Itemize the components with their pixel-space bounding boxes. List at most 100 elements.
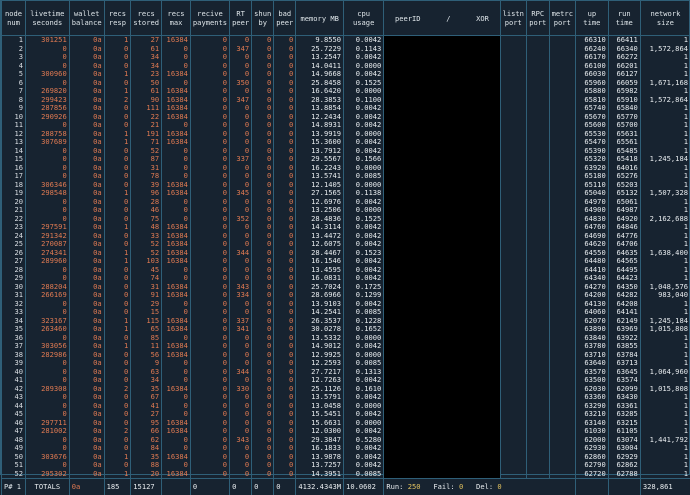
- table-row[interactable]: 400a0340000014.04110.000066100662011: [2, 62, 690, 71]
- col-stored-header[interactable]: recs stored: [131, 1, 162, 36]
- table-row[interactable]: 472810020a26616384000012.03000.004261030…: [2, 427, 690, 436]
- table-row[interactable]: 252700870a05216384000012.60750.004264620…: [2, 240, 690, 249]
- cell-max: 16384: [162, 385, 191, 394]
- cell-rpc: [526, 274, 549, 283]
- table-row[interactable]: 133076890a17116384000015.36000.004265470…: [2, 138, 690, 147]
- table-row[interactable]: 300a0340000013.25470.004266170662721: [2, 53, 690, 62]
- table-row[interactable]: 262743410a1521638403440028.44670.1523645…: [2, 249, 690, 258]
- table-row[interactable]: 2800a0450000013.45950.004264410644951: [2, 266, 690, 275]
- col-listn-header[interactable]: listn port: [500, 1, 526, 36]
- col-node-header[interactable]: node num: [2, 1, 26, 36]
- cell-runtime: 64920: [608, 215, 640, 224]
- table-row[interactable]: 72698200a16116384000016.64200.0000658806…: [2, 87, 690, 96]
- table-row[interactable]: 382829860a05616384000012.99250.000063710…: [2, 351, 690, 360]
- cell-listn: [500, 121, 526, 130]
- col-memory-header[interactable]: memory MB: [296, 1, 344, 36]
- table-row[interactable]: 1600a0310000016.22430.000063920640161: [2, 164, 690, 173]
- col-rt-header[interactable]: RT peer: [230, 1, 252, 36]
- cell-memory: 13.5741: [296, 172, 344, 181]
- table-row[interactable]: 102909260a02216384000012.24340.004265670…: [2, 113, 690, 122]
- totals-max: [162, 479, 191, 495]
- cell-resp: 0: [104, 266, 131, 275]
- col-peer-header[interactable]: peerID / XOR: [384, 1, 500, 36]
- cell-node: 8: [2, 96, 26, 105]
- table-row[interactable]: 1700a0780000013.57410.008565180652761: [2, 172, 690, 181]
- table-row[interactable]: 522953020a12016384000014.39510.008562720…: [2, 470, 690, 479]
- cell-shun: 0: [252, 232, 274, 241]
- cell-metrc: [549, 232, 575, 241]
- cell-uptime: 65470: [575, 138, 608, 147]
- table-row[interactable]: 1400a0520000013.79120.004265390654851: [2, 147, 690, 156]
- table-row[interactable]: 2000a0280000012.69760.004264970650611: [2, 198, 690, 207]
- table-row[interactable]: 3600a0850000013.53320.000063840639221: [2, 334, 690, 343]
- table-row[interactable]: 2200a075003520028.48360.152564830649202,…: [2, 215, 690, 224]
- table-row[interactable]: 352634600a1651638403410030.02780.1652638…: [2, 325, 690, 334]
- table-row[interactable]: 4300a0670000013.57910.004263360634301: [2, 393, 690, 402]
- table-row[interactable]: 4100a0340000012.72630.004263500635741: [2, 376, 690, 385]
- table-row[interactable]: 312661690a0911638403340028.69660.1299642…: [2, 291, 690, 300]
- table-row[interactable]: 3200a0290000013.91030.004264130642081: [2, 300, 690, 309]
- col-netsize-header[interactable]: network size: [640, 1, 690, 36]
- col-shun-header[interactable]: shun by: [252, 1, 274, 36]
- col-rpc-header[interactable]: RPC port: [526, 1, 549, 36]
- cell-shun: 0: [252, 53, 274, 62]
- cell-node: 3: [2, 53, 26, 62]
- table-row[interactable]: 503036760a13516384000013.98780.004262860…: [2, 453, 690, 462]
- table-row[interactable]: 373030560a11116384000014.90120.004263780…: [2, 342, 690, 351]
- table-row[interactable]: 3300a0150000014.25410.008564060641411: [2, 308, 690, 317]
- table-row[interactable]: 343231670a11151638403370026.35370.122862…: [2, 317, 690, 326]
- cell-bad: 0: [274, 368, 296, 377]
- cell-resp: 1: [104, 70, 131, 79]
- cell-resp: 0: [104, 393, 131, 402]
- table-row[interactable]: 422893080a2351638403300025.11260.1610620…: [2, 385, 690, 394]
- col-bad-header[interactable]: bad peer: [274, 1, 296, 36]
- table-row[interactable]: 92878560a011116384000013.88540.004265740…: [2, 104, 690, 113]
- col-max-header[interactable]: recs max: [162, 1, 191, 36]
- col-uptime-header[interactable]: up time: [575, 1, 608, 36]
- col-lifetime-header[interactable]: livetime seconds: [26, 1, 70, 36]
- table-row[interactable]: 2900a0740000016.08310.004264340644231: [2, 274, 690, 283]
- table-row[interactable]: 600a050003500025.84580.152565960660591,6…: [2, 79, 690, 88]
- table-row[interactable]: 4800a062003430029.38470.528062000630741,…: [2, 436, 690, 445]
- cell-cpu: 0.0042: [344, 444, 384, 453]
- cell-stored: 52: [131, 249, 162, 258]
- cell-runtime: 65132: [608, 189, 640, 198]
- table-row[interactable]: 1100a0210000014.89310.004265600657001: [2, 121, 690, 130]
- table-row[interactable]: 4900a0840000016.18330.004262930630041: [2, 444, 690, 453]
- table-row[interactable]: 4400a0410000013.04580.000063290633611: [2, 402, 690, 411]
- table-row[interactable]: 232975910a14816384000014.31140.004264760…: [2, 223, 690, 232]
- table-row[interactable]: 272899600a110316384000016.15460.00426448…: [2, 257, 690, 266]
- table-row[interactable]: 192985480a1961638403450027.15650.1138650…: [2, 189, 690, 198]
- cell-node: 1: [2, 36, 26, 45]
- col-cpu-header[interactable]: cpu usage: [344, 1, 384, 36]
- table-row[interactable]: 2100a0460000013.25060.000064900649871: [2, 206, 690, 215]
- table-row[interactable]: 462977110a09516384000015.66310.000063140…: [2, 419, 690, 428]
- cell-cpu: 0.0042: [344, 376, 384, 385]
- col-payments-header[interactable]: recive payments: [190, 1, 229, 36]
- cell-listn: [500, 36, 526, 45]
- cell-rpc: [526, 393, 549, 402]
- table-row[interactable]: 183063460a03916384000012.14050.000065110…: [2, 181, 690, 190]
- col-resp-header[interactable]: recs resp: [104, 1, 131, 36]
- col-wallet-header[interactable]: wallet balance: [69, 1, 104, 36]
- cell-node: 16: [2, 164, 26, 173]
- table-row[interactable]: 242913420a03316384000013.44720.004264690…: [2, 232, 690, 241]
- table-row[interactable]: 82994230a2901638403470028.38530.11006581…: [2, 96, 690, 105]
- col-runtime-header[interactable]: run time: [608, 1, 640, 36]
- cell-uptime: 65040: [575, 189, 608, 198]
- table-row[interactable]: 1500a087003370029.55670.156665320654181,…: [2, 155, 690, 164]
- table-row[interactable]: 302882040a0311638403430025.70240.1725642…: [2, 283, 690, 292]
- table-row[interactable]: 4000a063003440027.72170.131363570636451,…: [2, 368, 690, 377]
- table-row[interactable]: 5100a0880000013.72570.004262790628621: [2, 461, 690, 470]
- table-row[interactable]: 53009600a12316384000014.96680.0042660306…: [2, 70, 690, 79]
- cell-resp: 0: [104, 351, 131, 360]
- col-metrc-header[interactable]: metrc port: [549, 1, 575, 36]
- cell-payments: 0: [190, 376, 229, 385]
- table-row[interactable]: 122887580a119116384000013.99190.00006553…: [2, 130, 690, 139]
- cell-uptime: 63640: [575, 359, 608, 368]
- cell-payments: 0: [190, 240, 229, 249]
- table-row[interactable]: 4500a0270000015.54510.004263210632851: [2, 410, 690, 419]
- table-row[interactable]: 3900a090000012.25930.008563640637131: [2, 359, 690, 368]
- table-row[interactable]: 13012510a1271638400009.85500.00426631066…: [2, 36, 690, 45]
- table-row[interactable]: 200a061003470025.72290.114366240663401,5…: [2, 45, 690, 54]
